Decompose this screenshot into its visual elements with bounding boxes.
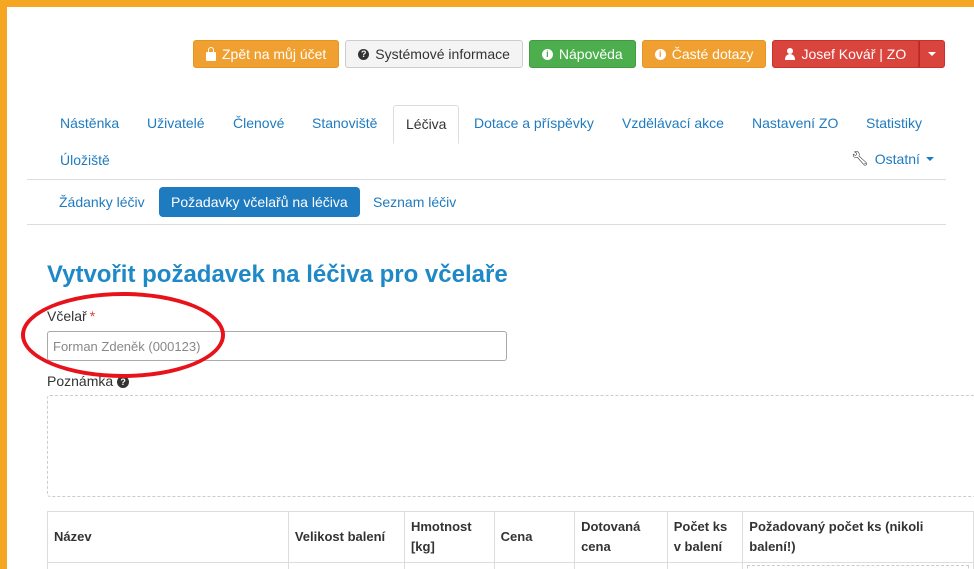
nav-item-leciva[interactable]: Léčiva [393,105,460,144]
nav-item-stanoviste[interactable]: Stanoviště [300,105,389,141]
beekeeper-label: Včelař * [47,308,95,324]
help-button[interactable]: i Nápověda [528,40,636,68]
medication-table: Název Velikost balení Hmotnost [kg] Cena… [47,511,974,569]
system-info-button[interactable]: ? Systémové informace [345,40,523,68]
back-to-account-label: Zpět na můj účet [222,46,327,62]
table-cell [742,562,974,569]
required-mark: * [89,308,96,324]
chevron-down-icon [928,52,937,56]
page: Zpět na můj účet ? Systémové informace i… [7,7,974,569]
system-info-label: Systémové informace [375,46,510,62]
wrench-icon: 🔧︎ [851,150,869,166]
table-header-row: Název Velikost balení Hmotnost [kg] Cena… [47,511,974,563]
nav-item-dotace[interactable]: Dotace a příspěvky [462,105,606,141]
page-title: Vytvořit požadavek na léčiva pro včelaře [47,261,508,288]
nav-item-nastenka[interactable]: Nástěnka [48,105,131,141]
table-header-nazev: Název [47,511,289,563]
info-circle-icon: i [654,48,666,60]
divider [27,179,946,180]
table-header-pocet-ks: Počet ks v balení [666,511,744,563]
table-header-hmotnost: Hmotnost [kg] [403,511,495,563]
nav-item-clenove[interactable]: Členové [221,105,296,141]
table-header-velikost-baleni: Velikost balení [287,511,405,563]
main-nav: Nástěnka Uživatelé Členové Stanoviště Lé… [27,105,974,144]
table-row [47,562,974,569]
main-nav-row2: Úložiště [27,142,974,178]
nav-item-uzivatele[interactable]: Uživatelé [135,105,217,141]
user-icon [785,48,796,60]
table-header-cena: Cena [493,511,576,563]
table-header-pozadovany-pocet: Požadovaný počet ks (nikoli balení!) [742,511,974,563]
nav-item-uloziste[interactable]: Úložiště [48,142,122,178]
table-header-dotovana-cena: Dotovaná cena [574,511,668,563]
user-menu: Josef Kovář | ZO [772,40,946,68]
divider [27,224,946,225]
note-textarea[interactable] [47,395,974,497]
beekeeper-input[interactable]: Forman Zdeněk (000123) [47,331,507,361]
beekeeper-label-text: Včelař [47,308,87,324]
chevron-down-icon [925,156,934,161]
top-toolbar: Zpět na můj účet ? Systémové informace i… [193,40,946,68]
nav-item-nastaveni-zo[interactable]: Nastavení ZO [740,105,850,141]
user-label: Josef Kovář | ZO [801,46,907,62]
question-circle-icon[interactable]: ? [117,376,130,389]
faq-button[interactable]: i Časté dotazy [641,40,767,68]
question-circle-icon: ? [358,48,370,60]
beekeeper-input-value: Forman Zdeněk (000123) [53,338,201,354]
subnav-pozadavky-vcelaru[interactable]: Požadavky včelařů na léčiva [159,187,360,217]
other-menu[interactable]: 🔧︎ Ostatní [851,150,934,167]
subnav-seznam-leciv[interactable]: Seznam léčiv [361,187,468,217]
lock-icon [206,46,216,61]
other-menu-label: Ostatní [874,150,920,167]
back-to-account-button[interactable]: Zpět na můj účet [193,40,340,68]
note-label: Poznámka? [47,373,130,389]
nav-item-vzdelavaci-akce[interactable]: Vzdělávací akce [610,105,736,141]
user-button[interactable]: Josef Kovář | ZO [772,40,920,68]
info-circle-icon: i [541,48,553,60]
nav-item-statistiky[interactable]: Statistiky [854,105,934,141]
table-cell [47,562,289,569]
note-label-text: Poznámka [47,373,114,389]
subnav-zadanky-leciv[interactable]: Žádanky léčiv [47,187,157,217]
help-label: Nápověda [558,46,623,62]
table-cell [287,562,405,569]
table-cell [574,562,668,569]
user-dropdown-toggle[interactable] [919,40,946,68]
table-cell [666,562,744,569]
table-cell [493,562,576,569]
quantity-input[interactable] [747,565,969,569]
faq-label: Časté dotazy [671,46,754,62]
table-cell [403,562,495,569]
